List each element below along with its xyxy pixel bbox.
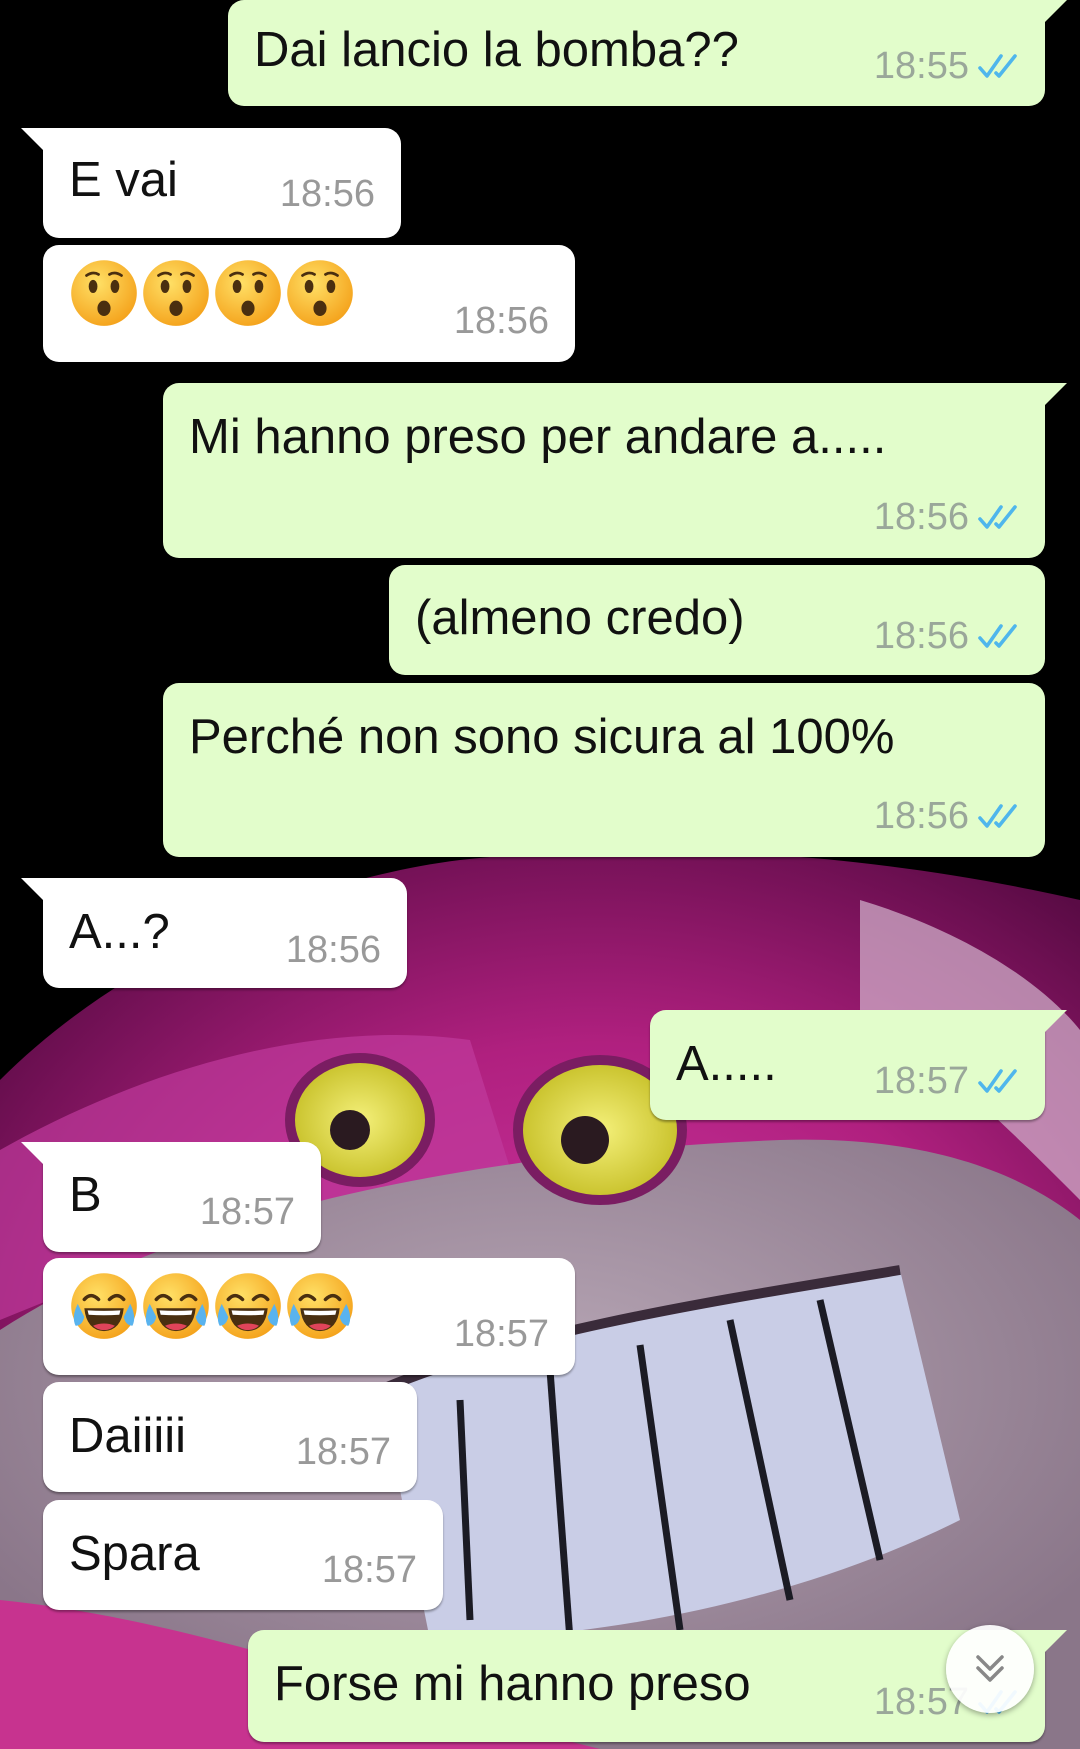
outgoing-message-bubble[interactable]: Dai lancio la bomba?? 18:55 bbox=[228, 0, 1067, 106]
double-check-icon bbox=[978, 804, 1017, 828]
incoming-message-bubble[interactable]: 18:56 bbox=[43, 245, 575, 362]
incoming-message-bubble[interactable]: E vai 18:56 bbox=[21, 128, 401, 238]
message-timestamp: 18:57 bbox=[321, 1549, 417, 1591]
outgoing-message-bubble[interactable]: A..... 18:57 bbox=[650, 1010, 1067, 1120]
outgoing-message-bubble[interactable]: Perché non sono sicura al 100% 18:56 bbox=[163, 683, 1045, 857]
message-meta: 18:57 bbox=[322, 1548, 417, 1592]
message-timestamp: 18:57 bbox=[453, 1313, 549, 1355]
message-meta: 18:57 bbox=[296, 1430, 391, 1474]
message-meta: 18:56 bbox=[874, 614, 1023, 658]
message-timestamp: 18:56 bbox=[873, 795, 969, 837]
message-timestamp: 18:57 bbox=[199, 1191, 295, 1233]
message-timestamp: 18:56 bbox=[285, 929, 381, 971]
message-timestamp: 18:57 bbox=[295, 1431, 391, 1473]
message-text: Perché non sono sicura al 100% bbox=[189, 710, 895, 764]
message-text: E vai bbox=[69, 153, 178, 207]
hushed-face-emoji-icon bbox=[143, 260, 209, 326]
message-timestamp: 18:56 bbox=[279, 173, 375, 215]
message-meta: 18:56 bbox=[286, 928, 381, 972]
tears-of-joy-face-emoji-icon bbox=[71, 1273, 137, 1339]
message-timestamp: 18:57 bbox=[873, 1060, 969, 1102]
double-check-icon bbox=[978, 624, 1017, 648]
message-timestamp: 18:56 bbox=[873, 615, 969, 657]
tears-of-joy-face-emoji-icon bbox=[143, 1273, 209, 1339]
message-text: Daiiiii bbox=[69, 1409, 187, 1463]
emoji-row bbox=[69, 258, 355, 328]
double-check-icon bbox=[978, 54, 1017, 78]
message-meta: 18:56 bbox=[280, 172, 375, 216]
incoming-message-bubble[interactable]: 18:57 bbox=[43, 1258, 575, 1375]
double-chevron-down-icon bbox=[976, 1655, 1004, 1682]
incoming-message-bubble[interactable]: Spara 18:57 bbox=[43, 1500, 443, 1610]
message-text: B bbox=[69, 1168, 102, 1222]
message-meta: 18:57 bbox=[200, 1190, 295, 1234]
emoji-row bbox=[69, 1271, 355, 1341]
message-text: Mi hanno preso per andare a..... bbox=[189, 410, 887, 464]
double-check-icon bbox=[978, 505, 1017, 529]
message-timestamp: 18:56 bbox=[873, 496, 969, 538]
outgoing-message-bubble[interactable]: Forse mi hanno preso 18:57 bbox=[248, 1630, 1067, 1742]
incoming-message-bubble[interactable]: A...? 18:56 bbox=[21, 878, 407, 988]
outgoing-message-bubble[interactable]: Mi hanno preso per andare a..... 18:56 bbox=[163, 383, 1067, 558]
message-meta: 18:57 bbox=[874, 1059, 1023, 1103]
message-timestamp: 18:56 bbox=[453, 300, 549, 342]
message-meta: 18:56 bbox=[874, 495, 1023, 539]
scroll-to-bottom-button[interactable] bbox=[946, 1625, 1034, 1713]
message-meta: 18:56 bbox=[454, 299, 549, 343]
message-meta: 18:56 bbox=[874, 794, 1023, 838]
tears-of-joy-face-emoji-icon bbox=[215, 1273, 281, 1339]
message-meta: 18:57 bbox=[454, 1312, 549, 1356]
tears-of-joy-face-emoji-icon bbox=[287, 1273, 353, 1339]
message-meta: 18:55 bbox=[874, 44, 1023, 88]
double-check-icon bbox=[978, 1069, 1017, 1093]
message-text: A..... bbox=[676, 1037, 777, 1091]
hushed-face-emoji-icon bbox=[71, 260, 137, 326]
incoming-message-bubble[interactable]: Daiiiii 18:57 bbox=[43, 1382, 417, 1492]
message-timestamp: 18:55 bbox=[873, 45, 969, 87]
hushed-face-emoji-icon bbox=[215, 260, 281, 326]
message-text: Dai lancio la bomba?? bbox=[254, 23, 739, 77]
message-text: (almeno credo) bbox=[415, 591, 745, 645]
hushed-face-emoji-icon bbox=[287, 260, 353, 326]
message-text: A...? bbox=[69, 905, 170, 959]
message-text: Spara bbox=[69, 1527, 200, 1581]
outgoing-message-bubble[interactable]: (almeno credo) 18:56 bbox=[389, 565, 1045, 675]
incoming-message-bubble[interactable]: B 18:57 bbox=[21, 1142, 321, 1252]
message-text: Forse mi hanno preso bbox=[274, 1657, 751, 1711]
